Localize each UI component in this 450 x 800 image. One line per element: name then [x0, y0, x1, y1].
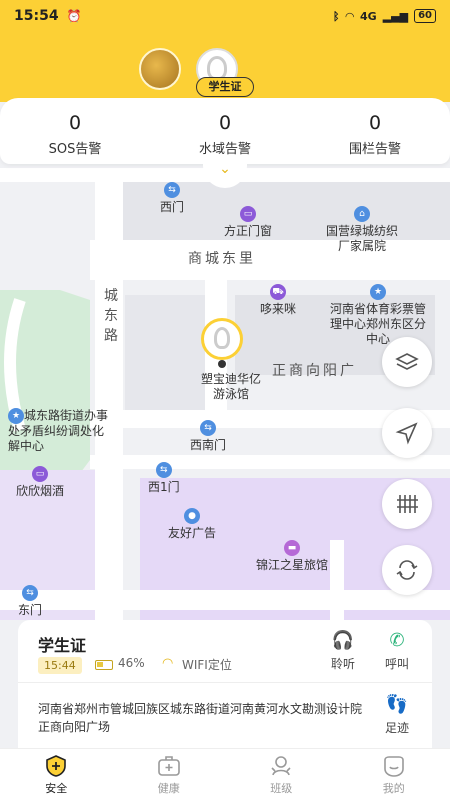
alert-count: 0 — [368, 112, 382, 134]
poi-guoying[interactable]: ⌂ 国营绿城纺织厂家属院 — [324, 206, 400, 254]
medkit-icon — [157, 756, 180, 776]
alarm-icon: ⏰ — [66, 9, 82, 23]
signal-label: 4G — [360, 9, 377, 23]
battery-percent: 46% — [118, 656, 145, 670]
device-info-card: 学生证 15:44 46% ◠ WIFI定位 🎧 聆听 ✆ 呼叫 河南省郑州市管… — [18, 620, 432, 748]
battery-icon — [95, 660, 113, 670]
door-icon: ⇆ — [155, 462, 172, 478]
call-label: 呼叫 — [384, 657, 409, 671]
alert-label: SOS告警 — [48, 142, 102, 157]
listen-label: 聆听 — [330, 657, 355, 671]
door-icon: ⇆ — [200, 420, 216, 436]
navigation-arrow-icon — [395, 422, 418, 445]
track-label: 足迹 — [384, 721, 409, 735]
poi-dongmen[interactable]: ⇆ 东门 — [18, 585, 42, 618]
road-label-shangcheng: 商城东里 — [188, 251, 256, 267]
cart-icon: ⛟ — [270, 284, 286, 300]
road-label-chengdong: 城东路 — [104, 288, 121, 344]
call-button[interactable]: ✆ 呼叫 — [372, 630, 422, 672]
nav-label: 我的 — [382, 782, 405, 795]
door-icon: ⇆ — [164, 182, 180, 198]
signal-icon: ▂▄▆ — [382, 9, 409, 23]
alerts-panel: 0 SOS告警 0 水域告警 0 围栏告警 — [0, 98, 450, 164]
divider — [18, 682, 432, 683]
poi-jiedao[interactable]: ★ 城东路街道办事处矛盾纠纷调处化解中心 — [8, 408, 108, 454]
student-card-tag[interactable]: 学生证 — [196, 77, 254, 97]
nav-safety[interactable]: 安全 — [0, 749, 113, 800]
fence-icon — [397, 495, 418, 513]
wifi-status-icon: ◠ — [345, 9, 354, 23]
bed-icon: ▬ — [284, 540, 300, 556]
poi-xi1men[interactable]: ⇆ 西1门 — [148, 462, 180, 495]
device-icon — [214, 327, 230, 349]
nav-label: 班级 — [270, 782, 293, 795]
track-button[interactable]: 👣 足迹 — [372, 694, 422, 736]
wifi-icon: ◠ — [162, 656, 174, 671]
shop-icon: ▭ — [240, 206, 256, 222]
water-alert[interactable]: 0 水域告警 — [160, 112, 290, 164]
chat-icon: ● — [184, 508, 200, 524]
refresh-button[interactable] — [382, 545, 432, 595]
poi-duolaimi[interactable]: ⛟ 哆来咪 — [260, 284, 296, 317]
footprint-icon: 👣 — [385, 694, 409, 715]
fence-alert[interactable]: 0 围栏告警 — [310, 112, 440, 164]
shop-icon: ▭ — [32, 466, 48, 482]
alert-count: 0 — [218, 112, 232, 134]
battery-indicator: 60 — [414, 9, 436, 23]
listen-button[interactable]: 🎧 聆听 — [318, 630, 368, 672]
bluetooth-icon: ᛒ — [332, 9, 340, 23]
poi-jinjiang[interactable]: ▬ 锦江之星旅馆 — [256, 540, 328, 573]
star-icon: ★ — [8, 408, 24, 424]
header: 学生证 — [0, 32, 450, 102]
poi-ximen[interactable]: ⇆ 西门 — [160, 182, 184, 215]
nav-class[interactable]: 班级 — [225, 749, 338, 800]
headphones-icon: 🎧 — [331, 630, 355, 651]
shield-plus-icon — [46, 755, 67, 777]
nav-label: 安全 — [45, 782, 68, 795]
address-text: 河南省郑州市管城回族区城东路街道河南黄河水文勘测设计院正商向阳广场 — [38, 702, 363, 734]
star-icon: ★ — [370, 284, 386, 300]
device-name: 学生证 — [38, 636, 87, 655]
poi-xinxin[interactable]: ▭ 欣欣烟酒 — [16, 466, 64, 499]
chevron-down-icon: ⌄ — [219, 161, 231, 177]
poi-youyong[interactable]: 塑宝迪华亿游泳馆 — [196, 372, 266, 402]
avatar[interactable] — [139, 48, 181, 90]
poi-youhao[interactable]: ● 友好广告 — [168, 508, 216, 541]
class-icon — [271, 756, 291, 776]
location-pin-icon — [218, 360, 226, 368]
layers-icon — [395, 353, 419, 370]
building-icon: ⌂ — [354, 206, 370, 222]
poi-xinanmen[interactable]: ⇆ 西南门 — [190, 420, 226, 453]
locate-button[interactable] — [382, 408, 432, 458]
location-mode: WIFI定位 — [182, 658, 232, 672]
alert-count: 0 — [68, 112, 82, 134]
device-location-marker[interactable] — [201, 318, 243, 360]
nav-health[interactable]: 健康 — [113, 749, 226, 800]
status-time: 15:54 — [14, 8, 59, 24]
alert-label: 围栏告警 — [348, 142, 401, 157]
road-label-zhengshang: 正商向阳广 — [272, 363, 357, 379]
update-time: 15:44 — [38, 657, 82, 674]
map-layers-button[interactable] — [382, 337, 432, 387]
poi-fangzheng[interactable]: ▭ 方正门窗 — [224, 206, 272, 239]
fence-button[interactable] — [382, 479, 432, 529]
nav-profile[interactable]: 我的 — [338, 749, 450, 800]
door-icon: ⇆ — [22, 585, 38, 601]
alert-label: 水域告警 — [198, 142, 251, 157]
phone-icon: ✆ — [389, 630, 405, 651]
refresh-icon — [396, 560, 418, 580]
profile-icon — [383, 756, 404, 777]
status-bar: 15:54 ⏰ ᛒ ◠ 4G ▂▄▆ 60 — [0, 0, 450, 32]
nav-label: 健康 — [157, 782, 180, 795]
sos-alert[interactable]: 0 SOS告警 — [10, 112, 140, 164]
bottom-nav: 安全 健康 班级 我的 — [0, 748, 450, 800]
